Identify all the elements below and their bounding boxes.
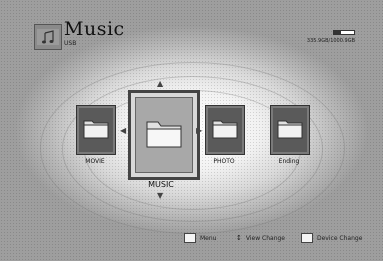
storage-bar	[333, 30, 355, 35]
updown-arrows-icon: ↕	[236, 234, 242, 242]
arrow-right-icon[interactable]: ▶	[196, 127, 202, 135]
menu-hint-label: Menu	[200, 234, 217, 242]
device-label: USB	[64, 40, 77, 47]
view-change-label: View Change	[245, 234, 285, 242]
menu-item-photo-label: PHOTO	[213, 158, 235, 165]
menu-item-ending-label: Ending	[278, 158, 300, 165]
page-title: Music	[64, 18, 125, 40]
folder-icon	[146, 118, 182, 152]
menu-item-photo[interactable]	[205, 105, 245, 155]
menu-hint[interactable]: Menu	[184, 233, 217, 243]
menu-item-music[interactable]	[128, 90, 200, 180]
storage-text: 335.9GB/1000.9GB	[306, 38, 355, 44]
arrow-down-icon[interactable]: ▼	[157, 192, 163, 200]
view-change-hint[interactable]: ↕ View Change	[236, 234, 285, 242]
menu-item-movie-label: MOVIE	[85, 158, 105, 165]
menu-button-icon	[184, 233, 196, 243]
device-button-icon	[301, 233, 313, 243]
selected-tile	[135, 97, 193, 173]
menu-item-ending[interactable]	[270, 105, 310, 155]
arrow-left-icon[interactable]: ◀	[120, 127, 126, 135]
menu-item-movie[interactable]	[76, 105, 116, 155]
arrow-up-icon[interactable]: ▲	[157, 80, 163, 88]
media-browser-screen: Music USB 335.9GB/1000.9GB MOVIE ▲ ◀ ▶ M…	[0, 0, 383, 261]
music-icon	[34, 24, 62, 50]
storage-indicator: 335.9GB/1000.9GB	[307, 30, 355, 44]
menu-item-music-label: MUSIC	[148, 180, 174, 189]
folder-icon	[212, 117, 238, 143]
folder-icon	[277, 117, 303, 143]
folder-icon	[83, 117, 109, 143]
device-change-label: Device Change	[317, 234, 363, 242]
device-change-hint[interactable]: Device Change	[301, 233, 363, 243]
storage-bar-fill	[334, 31, 341, 34]
